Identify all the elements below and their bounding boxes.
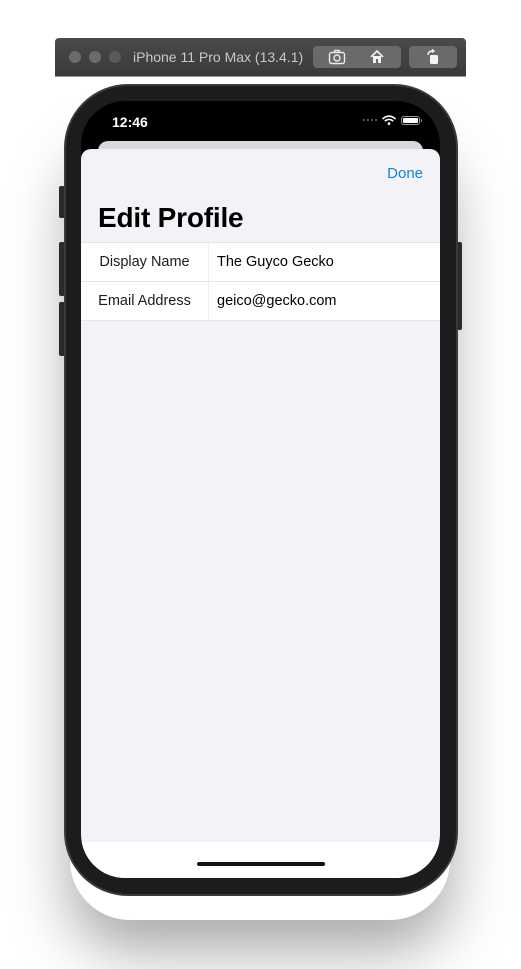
notch: [170, 101, 352, 128]
edit-profile-sheet: Done Edit Profile Display Name The Guyco…: [81, 149, 440, 878]
status-time: 12:46: [112, 114, 148, 130]
form-row-display-name: Display Name The Guyco Gecko: [81, 243, 440, 281]
status-icons: [363, 115, 422, 125]
battery-icon: [401, 115, 422, 125]
home-indicator[interactable]: [197, 862, 325, 866]
page: iPhone 11 Pro Max (13.4.1) 12:46 Done Ed…: [0, 0, 521, 969]
camera-icon: [328, 49, 346, 65]
simulator-title: iPhone 11 Pro Max (13.4.1): [133, 49, 304, 65]
simulator-titlebar: iPhone 11 Pro Max (13.4.1): [55, 38, 466, 76]
page-title: Edit Profile: [98, 202, 244, 233]
home-button[interactable]: [353, 46, 401, 68]
rotate-icon: [427, 49, 438, 64]
signal-icon: [363, 119, 377, 121]
email-address-label: Email Address: [81, 282, 209, 320]
rotate-button[interactable]: [409, 46, 457, 68]
home-icon: [370, 50, 384, 63]
done-button[interactable]: Done: [387, 164, 423, 184]
profile-form: Display Name The Guyco Gecko Email Addre…: [81, 242, 440, 321]
window-close-button[interactable]: [69, 51, 81, 63]
display-name-label: Display Name: [81, 243, 209, 281]
form-row-email-address: Email Address geico@gecko.com: [81, 281, 440, 320]
email-address-field[interactable]: geico@gecko.com: [209, 293, 440, 309]
display-name-field[interactable]: The Guyco Gecko: [209, 254, 440, 270]
wifi-icon: [382, 115, 396, 125]
bottom-safe-area: [81, 842, 440, 878]
device-screen: 12:46 Done Edit Profile Display Name The…: [81, 101, 440, 878]
window-zoom-button[interactable]: [109, 51, 121, 63]
window-minimize-button[interactable]: [89, 51, 101, 63]
